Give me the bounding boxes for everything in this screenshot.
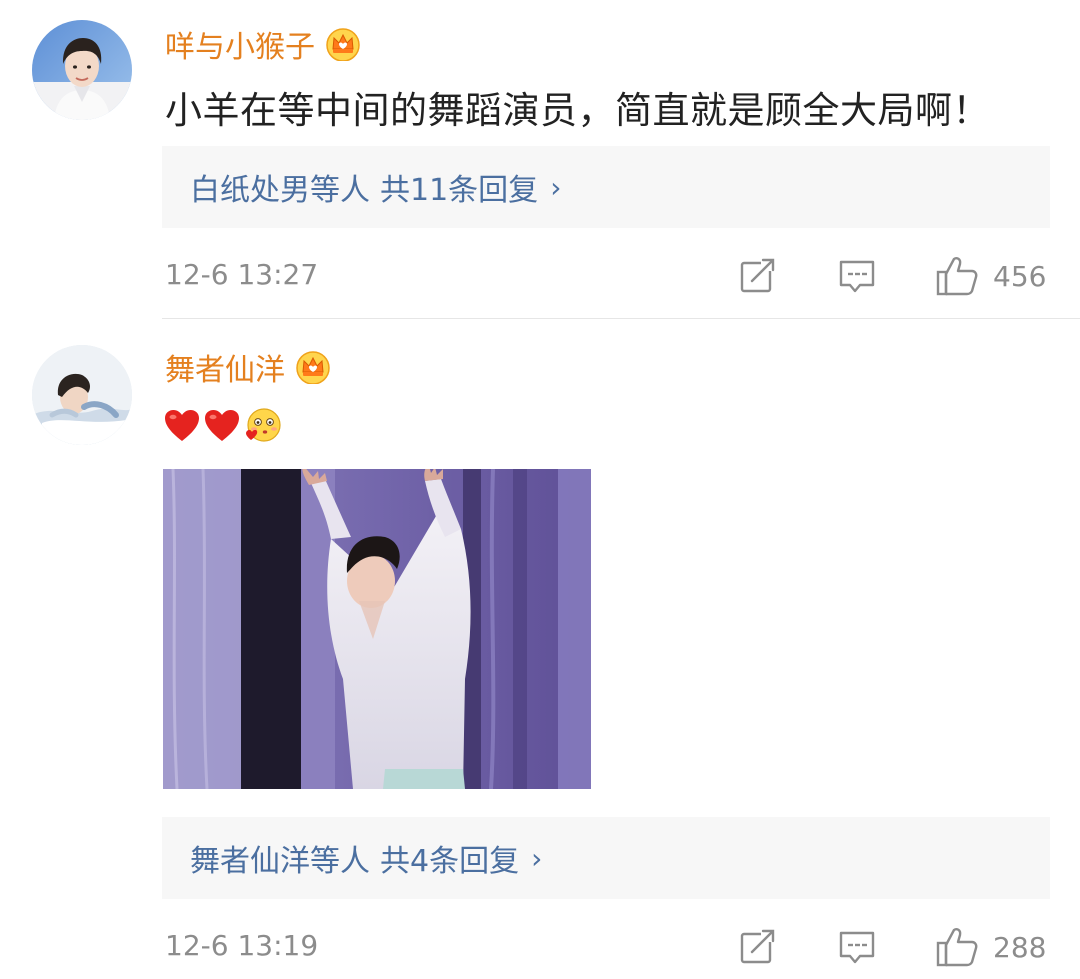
comment-icon (839, 931, 875, 964)
chevron-right-icon: › (550, 170, 562, 204)
username-text: 咩与小猴子 (165, 30, 315, 65)
timestamp: 12-6 13:19 (165, 929, 319, 962)
comment-photo[interactable] (163, 469, 591, 789)
reply-button[interactable] (837, 925, 877, 969)
comment-item: 咩与小猴子 小羊在等中间的舞蹈演员，简直就是顾全大局啊！ 白纸处男等人 共11条… (0, 0, 1080, 318)
timestamp: 12-6 13:27 (165, 258, 319, 291)
kiss-face-emoji (246, 408, 281, 442)
comment-icon (839, 260, 875, 293)
username-text: 舞者仙洋 (165, 353, 285, 388)
reply-summary-names: 白纸处男等人 (190, 173, 370, 208)
reply-summary-link[interactable]: 舞者仙洋等人 共4条回复 › (162, 817, 1050, 899)
avatar[interactable] (32, 345, 132, 445)
username[interactable]: 舞者仙洋 (165, 345, 331, 389)
heart-emoji (165, 410, 199, 441)
comment-emojis (163, 406, 283, 446)
share-icon (740, 258, 775, 293)
reply-button[interactable] (837, 254, 877, 298)
thumbs-up-icon (936, 928, 978, 967)
reply-summary-link[interactable]: 白纸处男等人 共11条回复 › (162, 146, 1050, 228)
comment-meta: 12-6 13:27 456 (165, 254, 1050, 298)
share-icon (740, 929, 775, 964)
share-button[interactable] (737, 254, 777, 298)
comment-meta: 12-6 13:19 288 (165, 925, 1050, 969)
heart-emoji (205, 410, 239, 441)
like-button[interactable]: 288 (935, 925, 1046, 969)
comment-text: 小羊在等中间的舞蹈演员，简直就是顾全大局啊！ (165, 89, 990, 132)
like-button[interactable]: 456 (935, 254, 1046, 298)
like-count: 288 (993, 930, 1047, 964)
crown-badge-icon (295, 350, 331, 385)
comment-item: 舞者仙洋 舞者仙洋等人 共4条回复 › 12-6 13:19 288 (0, 319, 1080, 979)
avatar[interactable] (32, 20, 132, 120)
crown-badge-icon (325, 27, 361, 62)
reply-summary-names: 舞者仙洋等人 (190, 844, 370, 879)
chevron-right-icon: › (531, 841, 543, 875)
username[interactable]: 咩与小猴子 (165, 22, 361, 66)
share-button[interactable] (737, 925, 777, 969)
reply-count-label: 共11条回复 (380, 173, 539, 208)
reply-count-label: 共4条回复 (380, 844, 520, 879)
like-count: 456 (993, 259, 1047, 293)
thumbs-up-icon (936, 257, 978, 296)
